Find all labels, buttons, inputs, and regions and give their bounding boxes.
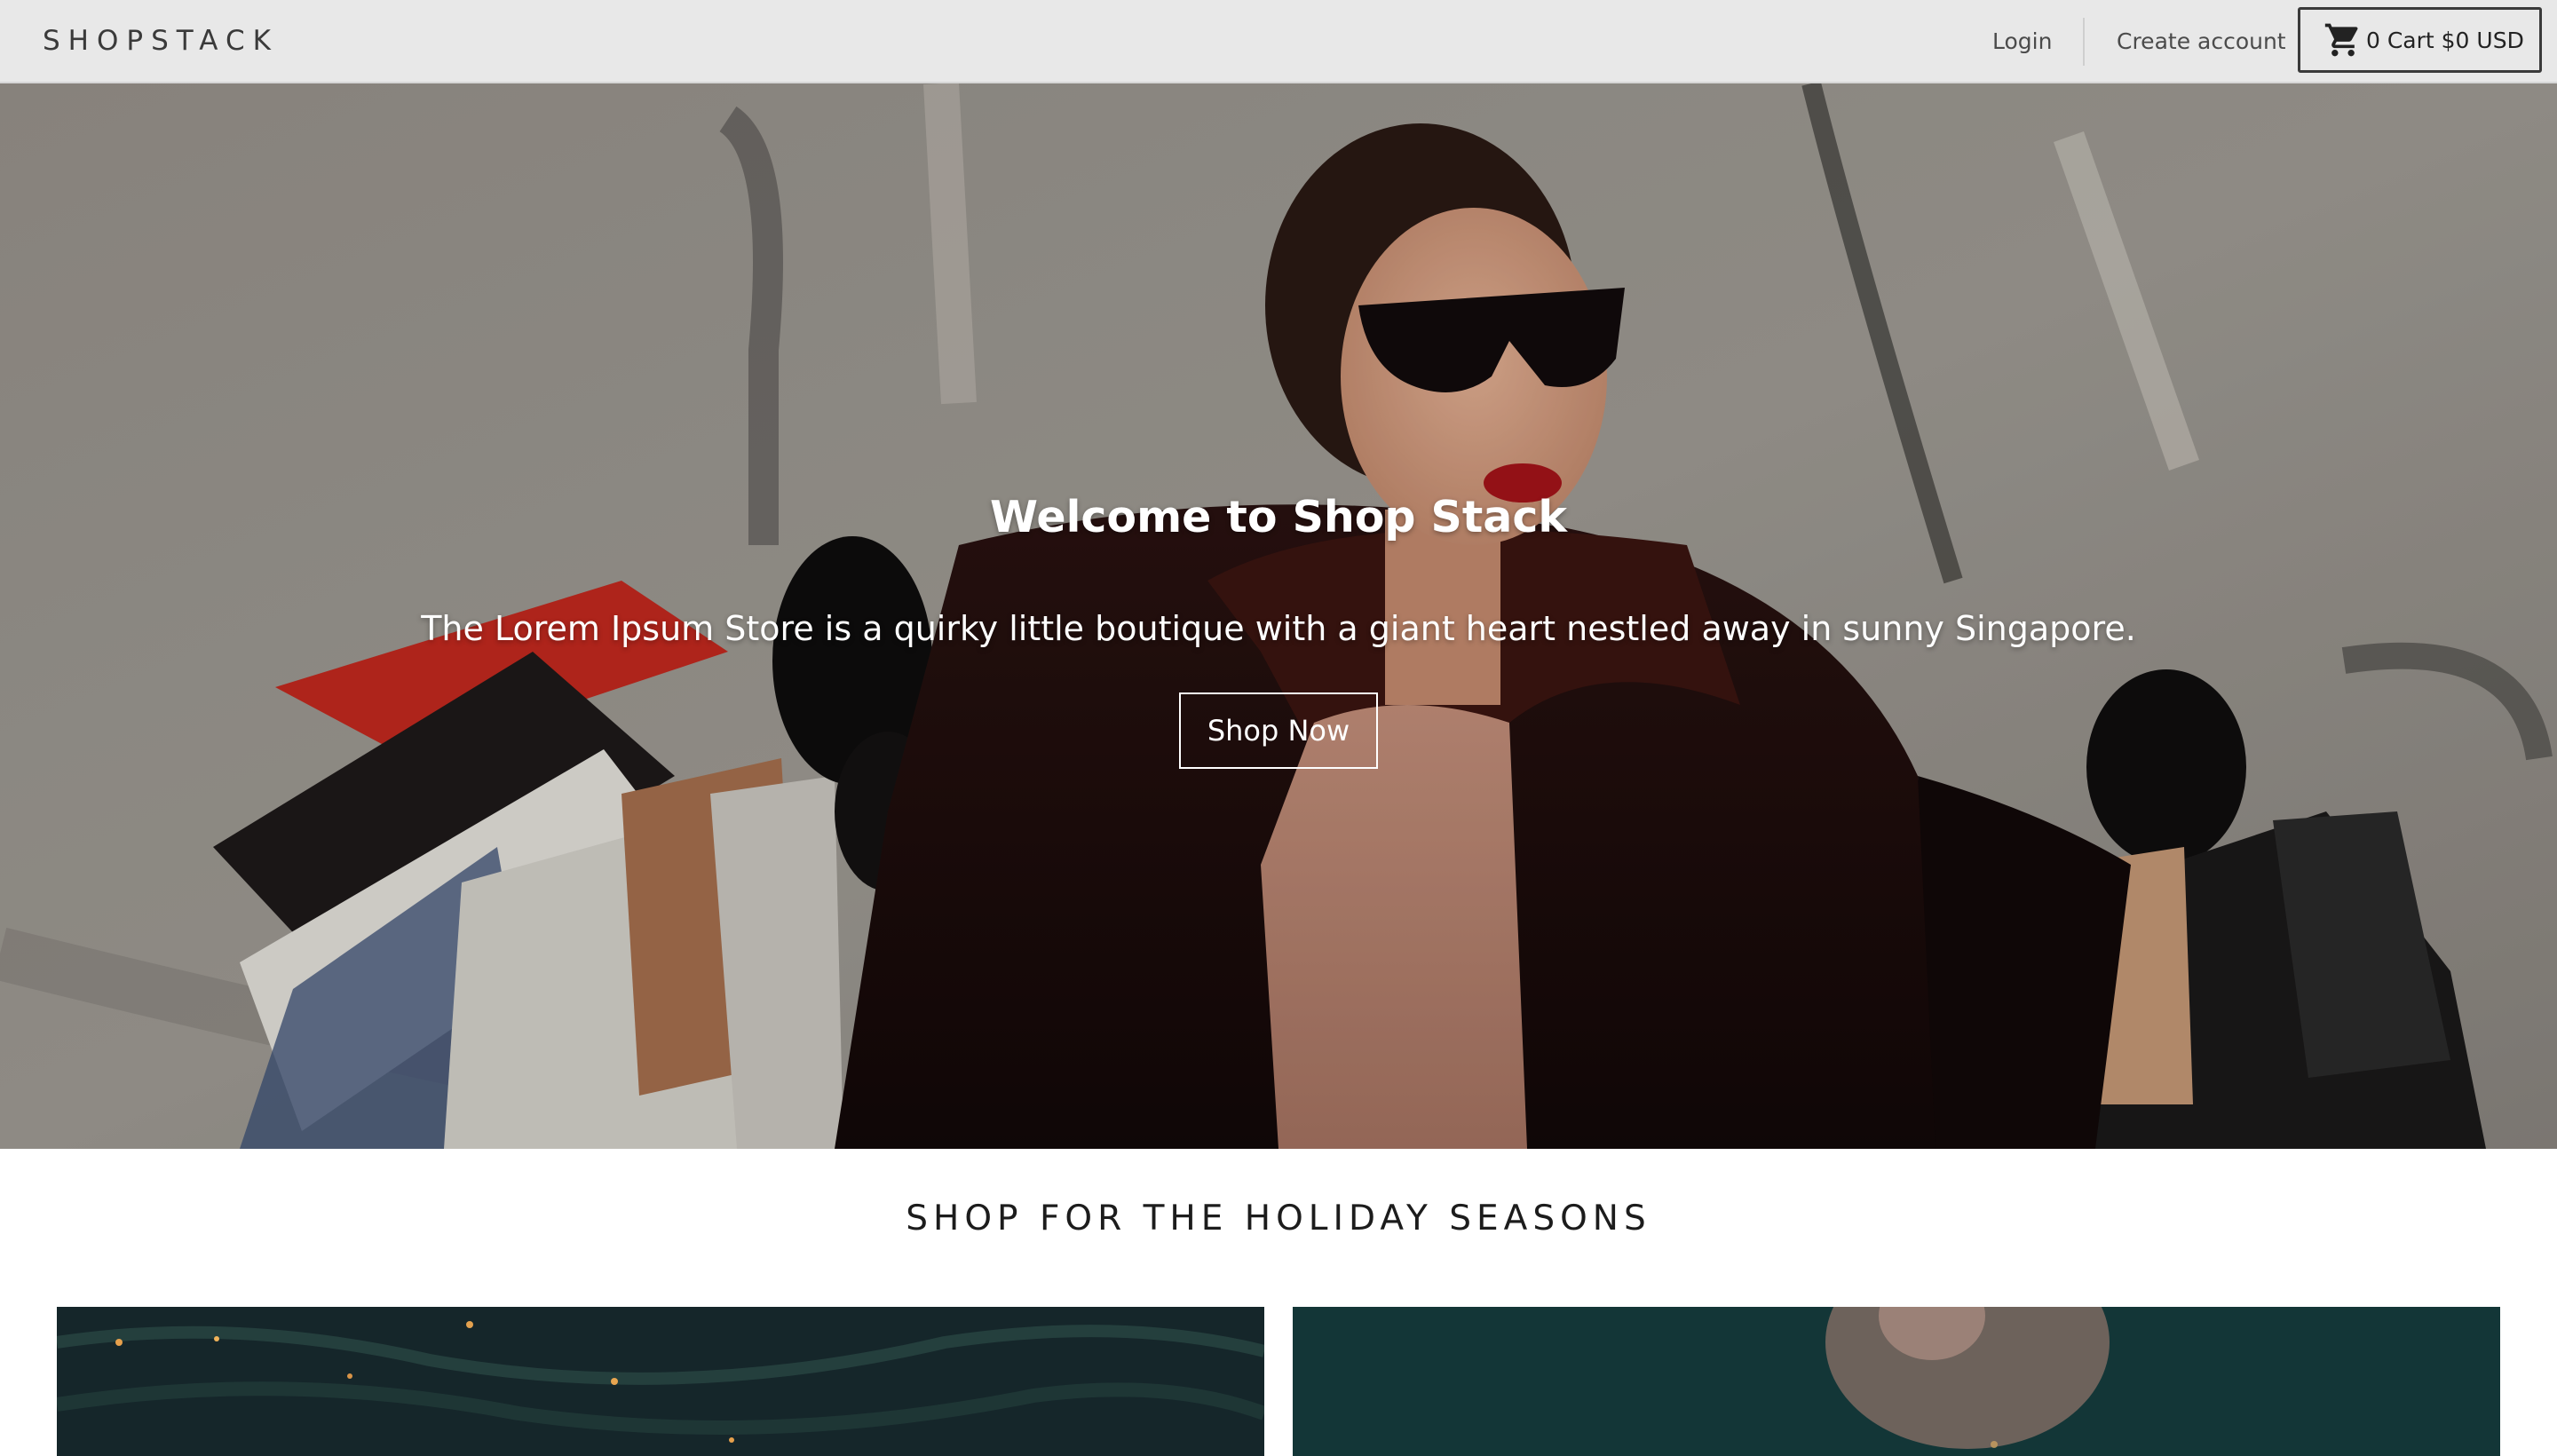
shop-now-button[interactable]: Shop Now	[1179, 692, 1378, 769]
create-account-link[interactable]: Create account	[2117, 25, 2286, 59]
hero-subtitle: The Lorem Ipsum Store is a quirky little…	[421, 609, 2136, 648]
cart-button[interactable]: 0 Cart $0 USD	[2298, 7, 2542, 73]
collection-card-left[interactable]	[57, 1307, 1264, 1456]
holiday-tree-image	[57, 1307, 1264, 1456]
hero-title: Welcome to Shop Stack	[990, 492, 1567, 542]
login-link[interactable]: Login	[1992, 25, 2052, 59]
collection-card-right[interactable]	[1293, 1307, 2500, 1456]
nav-divider	[2083, 18, 2085, 66]
cart-label: 0 Cart $0 USD	[2366, 27, 2524, 53]
site-logo[interactable]: SHOPSTACK	[43, 21, 279, 60]
holiday-portrait-image	[1293, 1307, 2500, 1456]
hero-banner: Welcome to Shop Stack The Lorem Ipsum St…	[0, 83, 2557, 1149]
section-title: SHOP FOR THE HOLIDAY SEASONS	[906, 1199, 1651, 1238]
site-header: SHOPSTACK Login Create account 0 Cart $0…	[0, 0, 2557, 83]
shopping-cart-icon	[2323, 20, 2363, 59]
